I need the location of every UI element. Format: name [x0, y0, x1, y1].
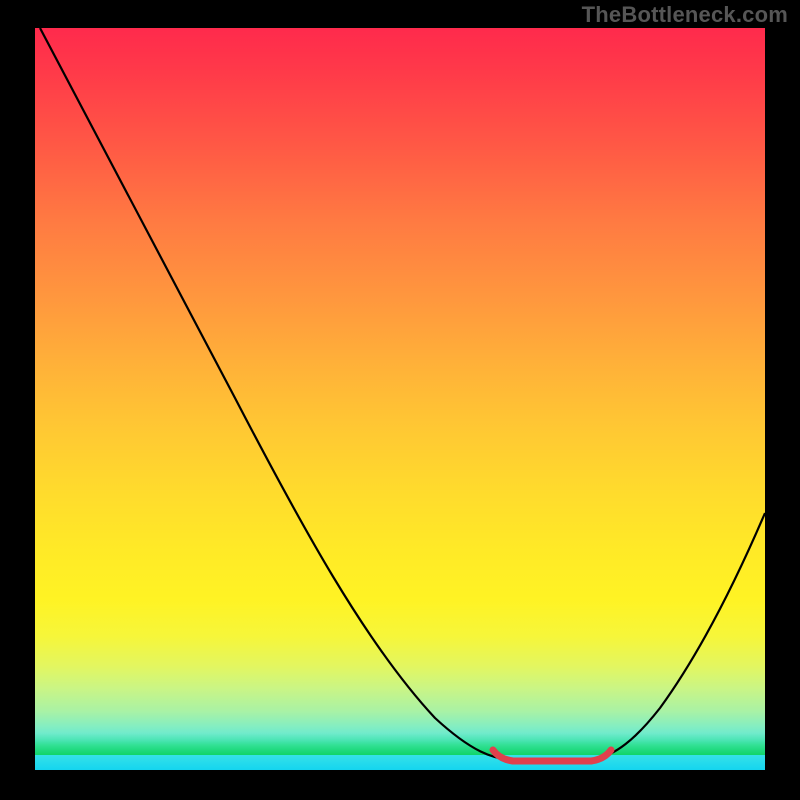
- plot-area: [35, 28, 765, 770]
- curve-layer: [35, 28, 765, 770]
- watermark-text: TheBottleneck.com: [582, 2, 788, 28]
- bottleneck-curve: [40, 28, 765, 761]
- chart-container: TheBottleneck.com: [0, 0, 800, 800]
- optimal-marker-right: [591, 750, 611, 761]
